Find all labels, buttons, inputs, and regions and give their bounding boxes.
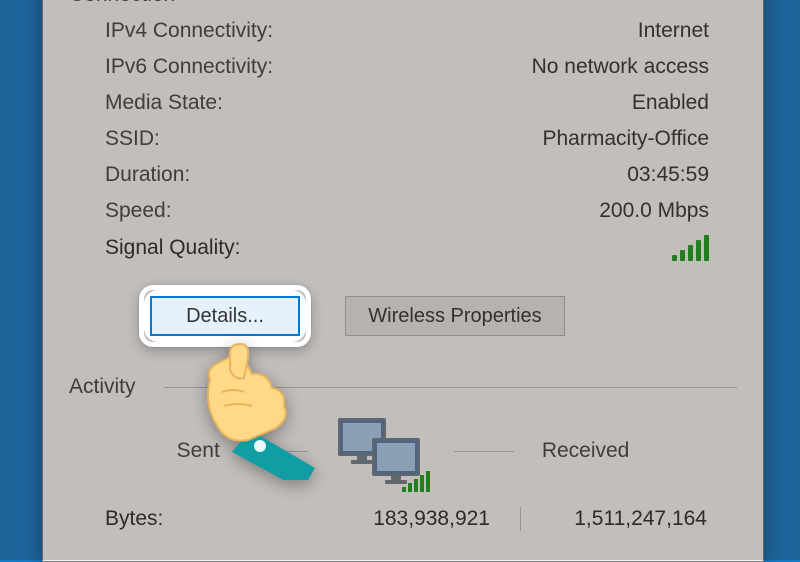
speed-label: Speed: [105,199,172,223]
media-state-value: Enabled [632,91,709,115]
bytes-divider [520,507,521,531]
bytes-received-value: 1,511,247,164 [551,507,707,531]
ssid-row: SSID: Pharmacity-Office [105,121,737,157]
duration-label: Duration: [105,163,190,187]
wireless-properties-button[interactable]: Wireless Properties [345,296,565,336]
ssid-label: SSID: [105,127,160,151]
details-button[interactable]: Details... [150,296,300,336]
ipv6-row: IPv6 Connectivity: No network access [105,49,737,85]
activity-section-title: Activity [69,373,737,401]
connection-section-title: Connection [69,0,737,9]
received-label: Received [542,439,630,463]
signal-quality-label: Signal Quality: [105,236,240,260]
bytes-row: Bytes: 183,938,921 1,511,247,164 [69,501,737,531]
activity-signal-icon [402,471,430,492]
ipv4-row: IPv4 Connectivity: Internet [105,13,737,49]
ipv4-label: IPv4 Connectivity: [105,19,273,43]
ipv6-label: IPv6 Connectivity: [105,55,273,79]
duration-row: Duration: 03:45:59 [105,157,737,193]
connection-section-label: Connection [69,0,175,6]
details-button-highlight: Details... [139,285,311,347]
two-monitors-icon [336,416,426,486]
divider-line [164,387,737,388]
speed-row: Speed: 200.0 Mbps [105,193,737,229]
bytes-label: Bytes: [105,507,285,531]
ssid-value: Pharmacity-Office [543,127,710,151]
duration-value: 03:45:59 [627,163,709,187]
media-state-label: Media State: [105,91,223,115]
connection-properties: IPv4 Connectivity: Internet IPv6 Connect… [69,9,737,267]
activity-separator-right [454,451,514,452]
ipv4-value: Internet [638,19,709,43]
signal-quality-row: Signal Quality: [105,229,737,267]
sent-label: Sent [177,439,220,463]
activity-section-label: Activity [69,375,136,398]
connection-buttons: Details... Wireless Properties [69,267,737,355]
bytes-sent-value: 183,938,921 [285,507,490,531]
speed-value: 200.0 Mbps [599,199,709,223]
wifi-status-dialog: Connection IPv4 Connectivity: Internet I… [42,0,764,562]
ipv6-value: No network access [532,55,709,79]
activity-visual: Sent Received [69,401,737,501]
media-state-row: Media State: Enabled [105,85,737,121]
activity-separator-left [248,451,308,452]
signal-bars-icon [672,235,709,261]
